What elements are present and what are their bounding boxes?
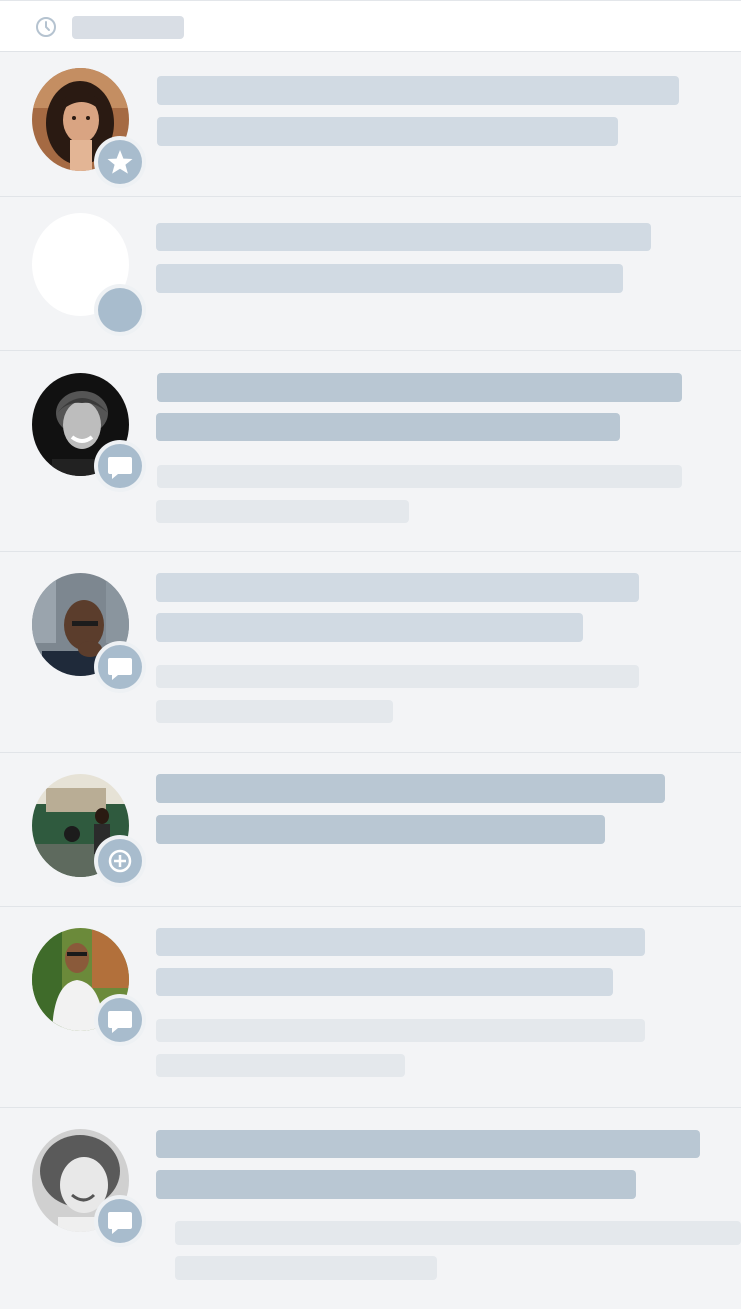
badge-placeholder: [98, 288, 142, 332]
activity-item[interactable]: [0, 351, 741, 552]
detail-placeholder: [157, 465, 682, 488]
detail-placeholder: [156, 700, 393, 723]
subtitle-placeholder: [156, 613, 583, 642]
feed-header: [0, 0, 741, 52]
detail-placeholder: [175, 1256, 437, 1280]
subtitle-placeholder: [156, 815, 605, 844]
plus-circle-icon: [98, 839, 142, 883]
clock-icon: [36, 17, 56, 37]
activity-item[interactable]: [0, 197, 741, 351]
star-icon: [98, 140, 142, 184]
comment-icon: [98, 998, 142, 1042]
activity-item[interactable]: [0, 552, 741, 753]
detail-placeholder: [156, 665, 639, 688]
detail-placeholder: [156, 1019, 645, 1042]
comment-icon: [98, 645, 142, 689]
subtitle-placeholder: [156, 413, 620, 441]
activity-item[interactable]: [0, 1108, 741, 1309]
subtitle-placeholder: [156, 264, 623, 293]
detail-placeholder: [175, 1221, 741, 1245]
subtitle-placeholder: [156, 1170, 636, 1199]
header-title-placeholder: [72, 16, 184, 39]
detail-placeholder: [156, 500, 409, 523]
subtitle-placeholder: [156, 968, 613, 996]
activity-item[interactable]: [0, 907, 741, 1108]
subtitle-placeholder: [157, 117, 618, 146]
comment-icon: [98, 1199, 142, 1243]
detail-placeholder: [156, 1054, 405, 1077]
activity-item[interactable]: [0, 753, 741, 907]
title-placeholder: [156, 1130, 700, 1158]
title-placeholder: [156, 774, 665, 803]
title-placeholder: [156, 928, 645, 956]
title-placeholder: [157, 76, 679, 105]
title-placeholder: [157, 373, 682, 402]
title-placeholder: [156, 573, 639, 602]
title-placeholder: [156, 223, 651, 251]
activity-item[interactable]: [0, 52, 741, 197]
comment-icon: [98, 444, 142, 488]
